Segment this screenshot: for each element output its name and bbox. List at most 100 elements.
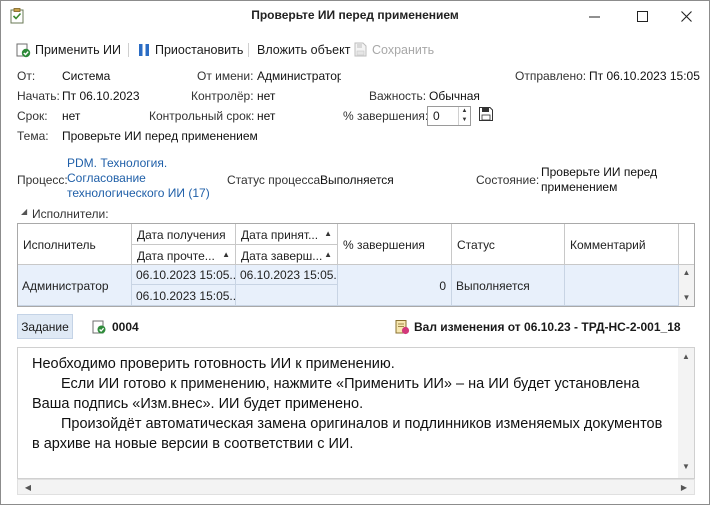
cell-executor: Администратор	[22, 279, 109, 293]
due-label: Срок:	[17, 109, 48, 123]
from-value: Система	[62, 69, 111, 83]
col-status-header[interactable]: Статус	[452, 224, 565, 265]
save-icon	[354, 42, 367, 57]
executors-section-label: Исполнители:	[32, 207, 109, 221]
col-completed-header[interactable]: Дата заверш... ▲	[236, 245, 338, 265]
attachment-label[interactable]: Вал изменения от 06.10.23 - ТРД-НС-2-001…	[414, 320, 681, 334]
scroll-down-icon[interactable]: ▼	[678, 462, 694, 471]
pause-icon	[139, 44, 149, 56]
controller-label: Контролёр:	[191, 89, 254, 103]
control-due-value: нет	[257, 109, 276, 123]
table-vscrollbar[interactable]: ▲ ▼	[679, 265, 694, 306]
tab-task[interactable]: Задание	[17, 314, 73, 339]
scroll-left-icon[interactable]: ◀	[20, 483, 36, 492]
header-filler	[679, 224, 694, 265]
on-behalf-value: Администратор	[257, 69, 341, 83]
scroll-right-icon[interactable]: ▶	[676, 483, 692, 492]
attach-object-button[interactable]: Вложить объект	[257, 41, 350, 59]
cell-read[interactable]: 06.10.2023 15:05...	[132, 285, 236, 306]
message-hscrollbar[interactable]: ◀ ▶	[17, 479, 695, 495]
message-vscrollbar[interactable]: ▲ ▼	[678, 348, 694, 478]
process-link-line2[interactable]: Согласование	[67, 171, 146, 185]
importance-label: Важность:	[369, 89, 427, 103]
pause-label: Приостановить	[155, 43, 244, 57]
state-value-line2: применением	[541, 180, 618, 194]
object-number[interactable]: 0004	[112, 320, 139, 334]
toolbar-separator	[128, 43, 129, 57]
start-label: Начать:	[17, 89, 60, 103]
close-icon	[680, 10, 692, 22]
sent-label: Отправлено:	[515, 69, 587, 83]
collapse-triangle-icon[interactable]: ◢	[21, 207, 27, 216]
cell-completed[interactable]	[236, 285, 338, 306]
apply-ii-label: Применить ИИ	[35, 43, 122, 57]
completion-value: 0	[433, 109, 440, 123]
start-value: Пт 06.10.2023	[62, 89, 140, 103]
sort-asc-icon: ▲	[324, 250, 332, 259]
cell-accepted[interactable]: 06.10.2023 15:05...	[236, 265, 338, 285]
message-line-3: Ваша подпись «Изм.внес». ИИ будет примен…	[32, 396, 364, 412]
message-textarea[interactable]: Необходимо проверить готовность ИИ к при…	[17, 347, 695, 479]
state-label: Состояние:	[476, 173, 540, 187]
process-label: Процесс:	[17, 173, 68, 187]
importance-value: Обычная	[429, 89, 480, 103]
process-status-label: Статус процесса:	[227, 173, 324, 187]
stepper-arrows[interactable]: ▲ ▼	[458, 107, 470, 125]
message-line-4: Произойдёт автоматическая замена оригина…	[61, 416, 663, 432]
sort-asc-icon: ▲	[324, 229, 332, 238]
attach-object-label: Вложить объект	[257, 43, 351, 57]
executors-table: Исполнитель Дата получения Дата принят..…	[17, 223, 695, 307]
scroll-up-icon[interactable]: ▲	[679, 268, 694, 277]
minimize-button[interactable]	[571, 1, 617, 31]
scroll-up-icon[interactable]: ▲	[678, 352, 694, 361]
close-button[interactable]	[663, 1, 709, 31]
completion-label: % завершения:	[343, 109, 429, 123]
maximize-icon	[636, 10, 648, 22]
process-status-value: Выполняется	[320, 173, 394, 187]
from-label: От:	[17, 69, 36, 83]
toolbar-separator	[248, 43, 249, 57]
col-received-header[interactable]: Дата получения	[132, 224, 236, 245]
cell-status[interactable]: Выполняется	[452, 265, 565, 306]
sort-asc-icon: ▲	[222, 250, 230, 259]
minimize-icon	[588, 16, 600, 17]
apply-ii-button[interactable]: Применить ИИ	[15, 41, 121, 59]
completion-stepper[interactable]: 0 ▲ ▼	[427, 106, 471, 126]
message-line-1: Необходимо проверить готовность ИИ к при…	[32, 356, 395, 372]
subject-value: Проверьте ИИ перед применением	[62, 129, 258, 143]
control-due-label: Контрольный срок:	[149, 109, 255, 123]
sent-value: Пт 06.10.2023 15:05	[589, 69, 700, 83]
process-link-line1[interactable]: PDM. Технология.	[67, 156, 167, 170]
message-line-2: Если ИИ готово к применению, нажмите «Пр…	[61, 376, 640, 392]
subject-label: Тема:	[17, 129, 49, 143]
on-behalf-label: От имени:	[197, 69, 254, 83]
task-strip: Задание 0004 Вал изменения от 06.10.23 -…	[17, 313, 695, 341]
attachment-document-icon	[395, 320, 410, 335]
process-link-line3[interactable]: технологического ИИ (17)	[67, 186, 210, 200]
stepper-down-icon[interactable]: ▼	[459, 116, 470, 125]
save-label: Сохранить	[372, 43, 435, 57]
task-window: Проверьте ИИ перед применением Применить…	[0, 0, 710, 505]
due-value: нет	[62, 109, 81, 123]
stepper-up-icon[interactable]: ▲	[459, 107, 470, 116]
cell-received[interactable]: 06.10.2023 15:05...	[132, 265, 236, 285]
cell-percent[interactable]: 0	[338, 265, 452, 306]
maximize-button[interactable]	[619, 1, 665, 31]
ii-document-icon	[92, 320, 106, 334]
col-read-header[interactable]: Дата прочте... ▲	[132, 245, 236, 265]
save-button[interactable]: Сохранить	[352, 41, 434, 59]
col-accepted-header[interactable]: Дата принят... ▲	[236, 224, 338, 245]
apply-green-icon	[16, 43, 31, 58]
cell-comment[interactable]	[565, 265, 679, 306]
controller-value: нет	[257, 89, 276, 103]
state-value-line1: Проверьте ИИ перед	[541, 165, 658, 179]
scroll-down-icon[interactable]: ▼	[679, 293, 694, 302]
table-row[interactable]: Администратор	[18, 265, 132, 306]
pause-button[interactable]: Приостановить	[137, 41, 243, 59]
save-progress-icon[interactable]	[478, 106, 494, 122]
col-percent-header[interactable]: % завершения	[338, 224, 452, 265]
col-executor-header[interactable]: Исполнитель	[18, 224, 132, 265]
col-comment-header[interactable]: Комментарий	[565, 224, 679, 265]
message-line-5: в архиве на новые версии в соответствии …	[32, 436, 354, 452]
title-bar: Проверьте ИИ перед применением	[1, 1, 709, 31]
